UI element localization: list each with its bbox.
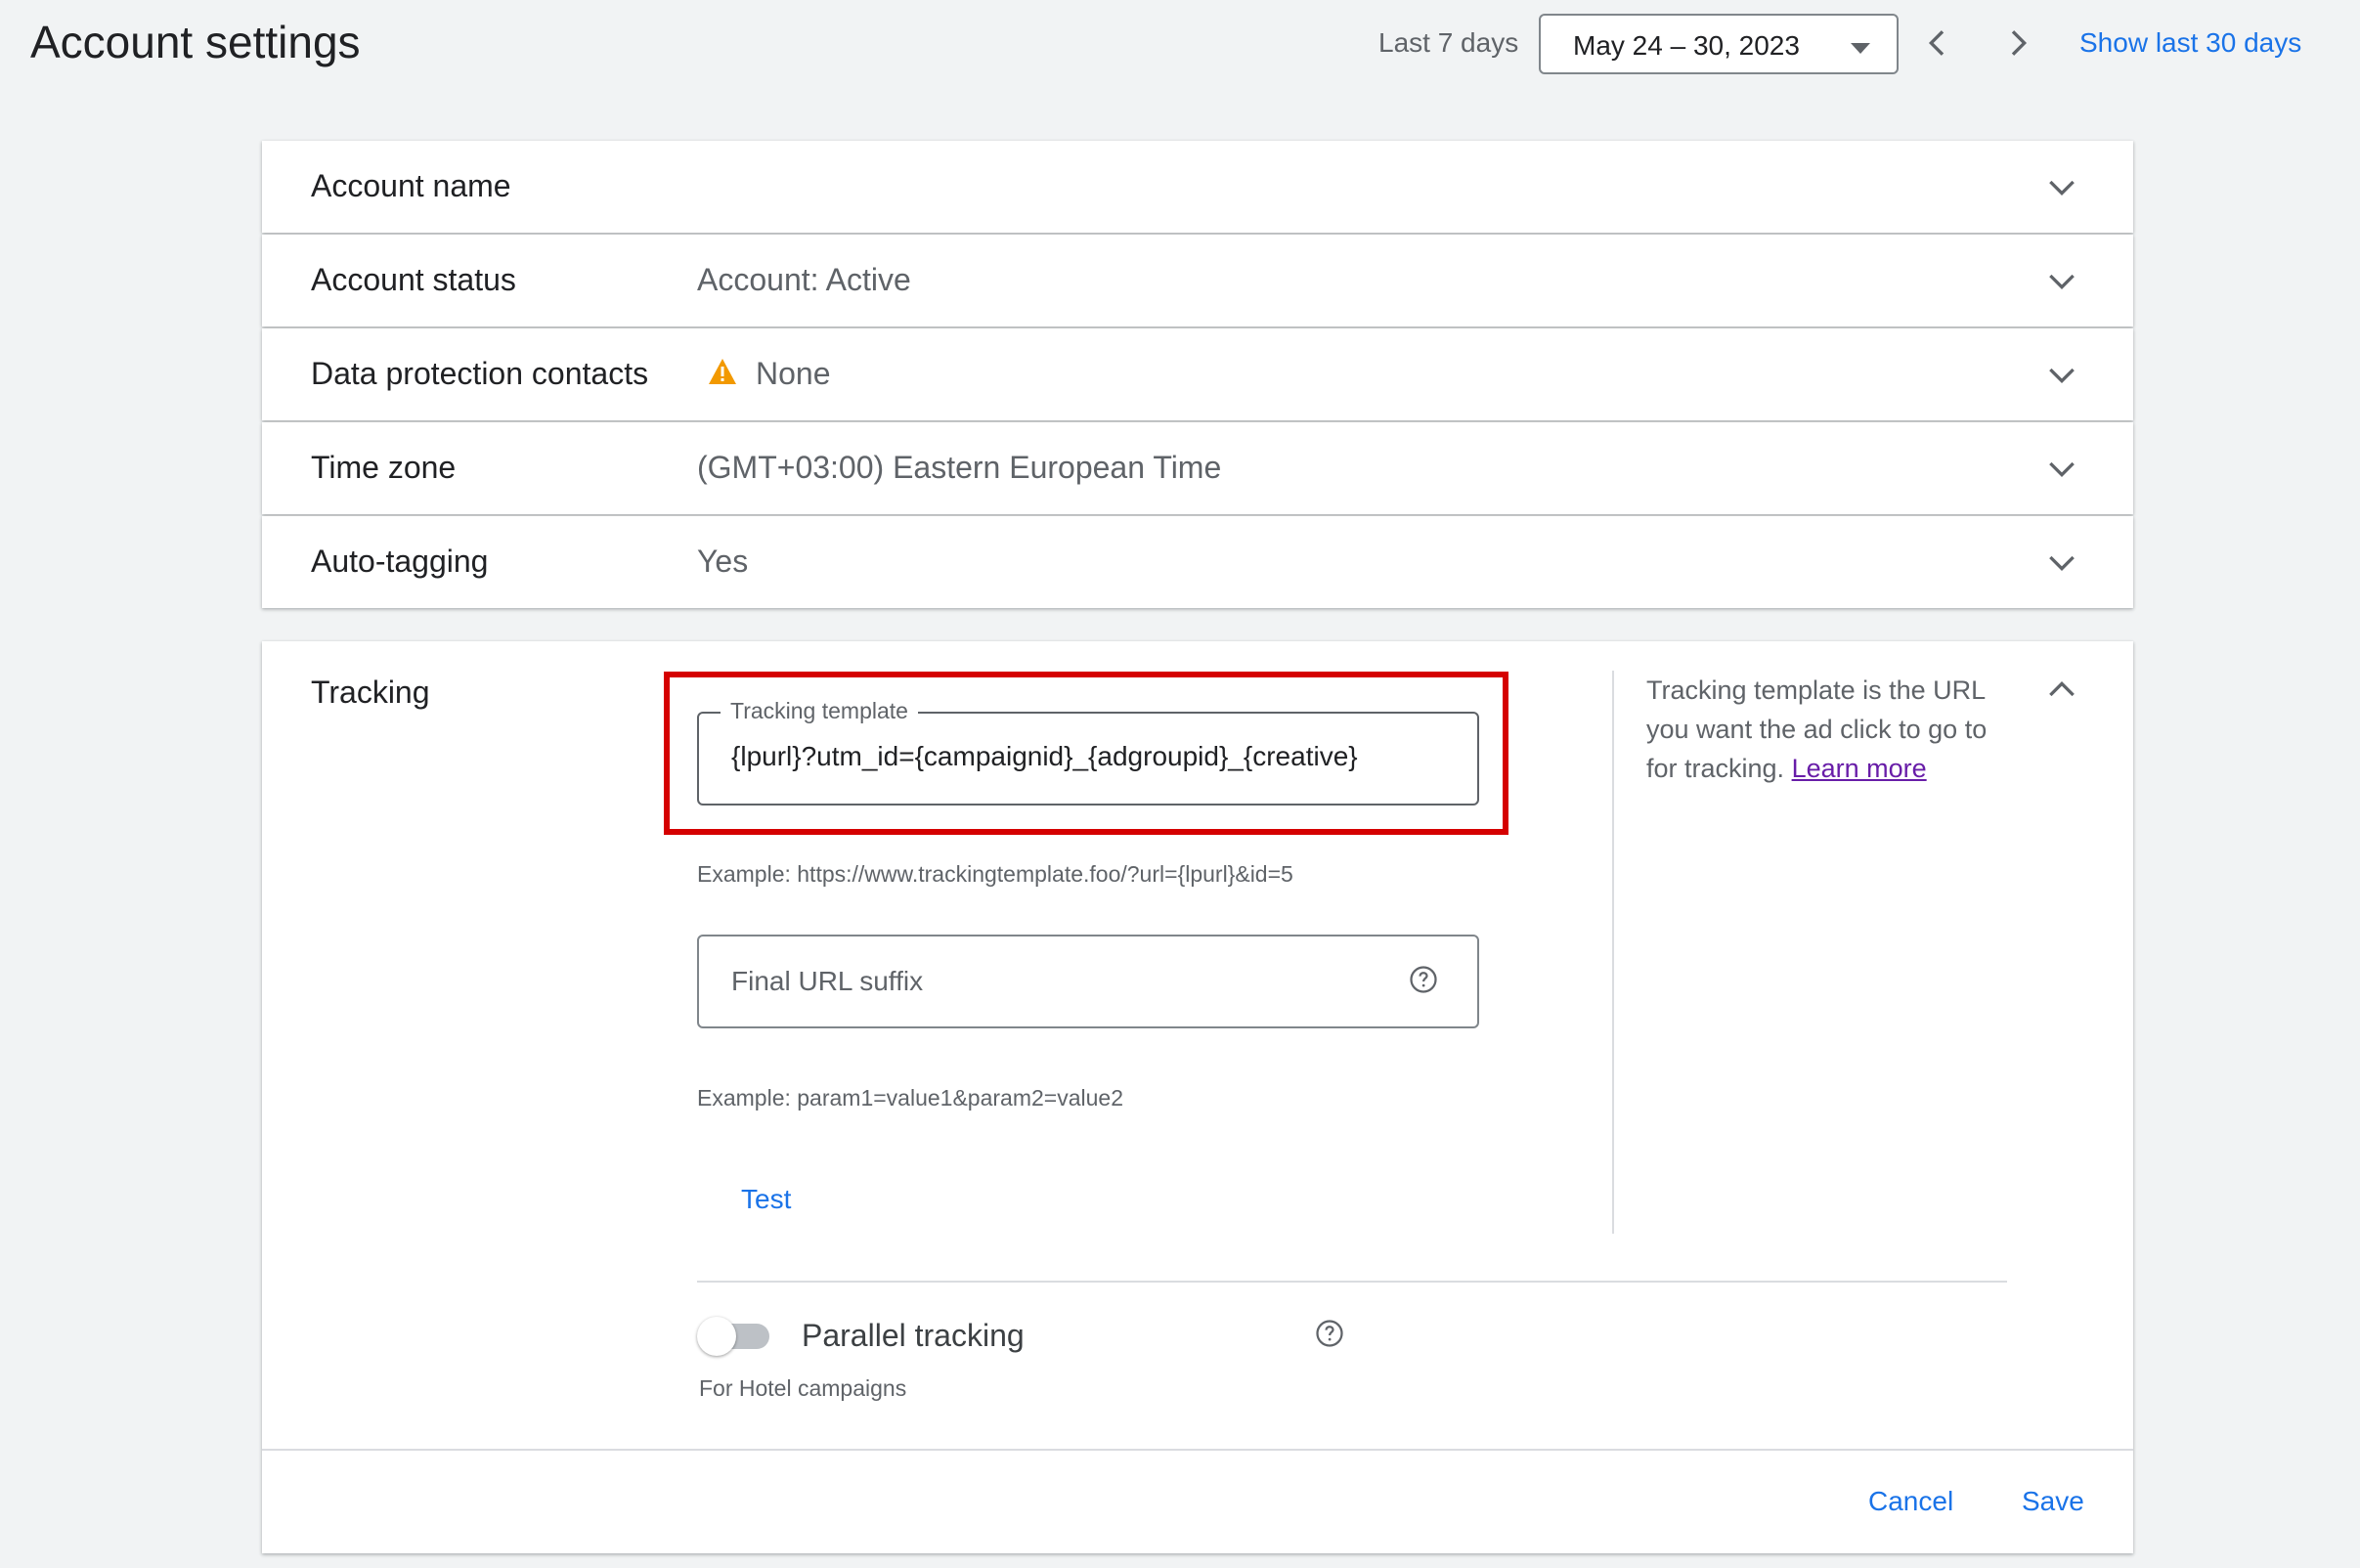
page-title: Account settings (30, 17, 361, 67)
learn-more-link[interactable]: Learn more (1792, 754, 1927, 783)
chevron-down-icon (2049, 180, 2075, 196)
collapse-button[interactable] (2042, 671, 2081, 710)
tracking-template-input[interactable]: Tracking template {lpurl}?utm_id={campai… (697, 698, 1479, 806)
toggle-thumb (697, 1317, 736, 1356)
row-label: Time zone (311, 450, 457, 485)
tracking-section: Tracking Tracking template {lpurl}?utm_i… (262, 641, 2133, 1553)
row-label: Account name (311, 168, 511, 203)
cancel-button[interactable]: Cancel (1868, 1486, 1953, 1517)
tracking-template-value: {lpurl}?utm_id={campaignid}_{adgroupid}_… (731, 741, 1358, 771)
chevron-up-icon (2049, 680, 2075, 697)
parallel-tracking-subtext: For Hotel campaigns (699, 1375, 907, 1401)
previous-period-button[interactable] (1918, 23, 1957, 63)
row-label: Auto-tagging (311, 544, 489, 579)
final-url-suffix-placeholder: Final URL suffix (731, 966, 924, 996)
tracking-template-label: Tracking template (721, 698, 918, 724)
parallel-tracking-help-icon[interactable] (1315, 1319, 1344, 1348)
auto-tagging-row[interactable]: Auto-tagging Yes (262, 516, 2133, 608)
chevron-down-icon (2049, 274, 2075, 290)
final-url-suffix-input[interactable]: Final URL suffix (697, 935, 1479, 1028)
row-label: Account status (311, 262, 516, 297)
save-button[interactable]: Save (2022, 1486, 2084, 1517)
help-icon[interactable] (1409, 965, 1438, 994)
chevron-right-icon (2011, 30, 2028, 56)
expand-button[interactable] (2042, 543, 2081, 582)
row-label: Data protection contacts (311, 356, 649, 391)
row-value: (GMT+03:00) Eastern European Time (697, 450, 1222, 485)
date-range-label: Last 7 days (1378, 27, 1519, 58)
expand-button[interactable] (2042, 355, 2081, 394)
data-protection-contacts-row[interactable]: Data protection contacts None (262, 328, 2133, 420)
next-period-button[interactable] (1998, 23, 2037, 63)
show-last-30-days-link[interactable]: Show last 30 days (2079, 27, 2301, 59)
row-value: Account: Active (697, 262, 911, 297)
page-header: Account settings Last 7 days May 24 – 30… (0, 0, 2360, 98)
row-value: Yes (697, 544, 749, 579)
parallel-tracking-label: Parallel tracking (802, 1318, 1025, 1353)
date-range-dropdown[interactable]: May 24 – 30, 2023 (1539, 14, 1899, 74)
tracking-title: Tracking (311, 675, 430, 710)
footer-divider (262, 1449, 2133, 1451)
chevron-down-icon (2049, 555, 2075, 572)
row-value: None (756, 356, 831, 391)
expand-button[interactable] (2042, 167, 2081, 206)
time-zone-row[interactable]: Time zone (GMT+03:00) Eastern European T… (262, 422, 2133, 514)
section-divider (697, 1281, 2007, 1283)
chevron-down-icon (2049, 461, 2075, 478)
account-name-row[interactable]: Account name (262, 141, 2133, 233)
test-button[interactable]: Test (741, 1184, 791, 1215)
dropdown-arrow-icon (1851, 43, 1870, 54)
chevron-down-icon (2049, 368, 2075, 384)
tracking-help-text: Tracking template is the URL you want th… (1646, 671, 2018, 788)
vertical-divider (1612, 671, 1614, 1234)
expand-button[interactable] (2042, 261, 2081, 300)
date-range-value: May 24 – 30, 2023 (1573, 30, 1800, 61)
chevron-left-icon (1928, 30, 1945, 56)
final-url-suffix-example: Example: param1=value1&param2=value2 (697, 1085, 1123, 1111)
warning-icon (709, 359, 736, 384)
tracking-template-example: Example: https://www.trackingtemplate.fo… (697, 861, 1293, 887)
account-status-row[interactable]: Account status Account: Active (262, 235, 2133, 327)
expand-button[interactable] (2042, 449, 2081, 488)
parallel-tracking-toggle[interactable] (697, 1316, 775, 1357)
